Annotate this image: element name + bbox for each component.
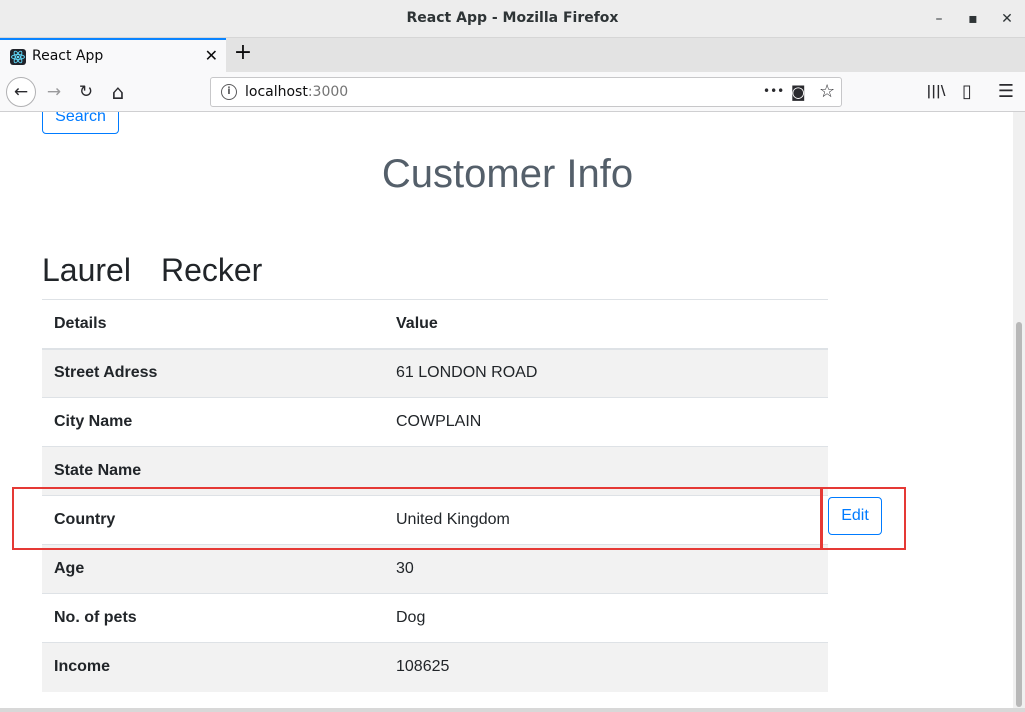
- new-tab-button[interactable]: +: [232, 42, 254, 66]
- row-value: 61 LONDON ROAD: [384, 348, 828, 398]
- window-title: React App - Mozilla Firefox: [406, 10, 619, 26]
- back-button[interactable]: ←: [6, 77, 36, 107]
- row-key: Age: [42, 544, 384, 594]
- customer-name: Laurel Recker: [42, 252, 262, 289]
- customer-last-name: Recker: [160, 252, 263, 288]
- url-text[interactable]: localhost:3000: [245, 84, 348, 100]
- close-window-button[interactable]: ✕: [997, 9, 1017, 29]
- navigation-toolbar: ← → ↻ ⌂ i localhost:3000 ••• ◙ ☆ |||\ ▯ …: [0, 72, 1025, 112]
- bottom-edge: [0, 708, 1025, 712]
- row-value: Dog: [384, 593, 828, 643]
- row-value: 108625: [384, 642, 828, 692]
- row-value: 30: [384, 544, 828, 594]
- page-title: Customer Info: [381, 152, 634, 196]
- header-value: Value: [384, 299, 828, 350]
- pocket-icon[interactable]: ◙: [791, 83, 806, 101]
- minimize-button[interactable]: –: [929, 9, 949, 29]
- row-value: COWPLAIN: [384, 397, 828, 447]
- forward-button[interactable]: →: [40, 78, 68, 106]
- row-key: Street Adress: [42, 348, 384, 398]
- header-details: Details: [42, 299, 384, 350]
- menu-icon[interactable]: ☰: [992, 78, 1020, 106]
- table-row: Income 108625: [42, 642, 828, 692]
- highlight-box-country-row: [12, 487, 822, 550]
- page-actions-icon[interactable]: •••: [763, 84, 784, 98]
- window-titlebar: React App - Mozilla Firefox – ▪ ✕: [0, 0, 1025, 38]
- bookmark-star-icon[interactable]: ☆: [819, 81, 835, 102]
- tab-react-app[interactable]: React App ✕: [0, 38, 226, 72]
- react-logo-icon: [10, 49, 26, 65]
- scrollbar-thumb[interactable]: [1016, 322, 1022, 707]
- table-row: Age 30: [42, 544, 828, 594]
- vertical-scrollbar[interactable]: [1013, 112, 1025, 712]
- maximize-button[interactable]: ▪: [963, 9, 983, 29]
- site-info-icon[interactable]: i: [221, 84, 237, 100]
- reload-button[interactable]: ↻: [72, 78, 100, 106]
- tab-close-icon[interactable]: ✕: [205, 46, 218, 65]
- url-port: :3000: [307, 84, 349, 100]
- url-bar[interactable]: i localhost:3000 ••• ◙ ☆: [210, 77, 842, 107]
- row-key: Income: [42, 642, 384, 692]
- table-header-row: Details Value: [42, 299, 828, 350]
- page-content: Search Customer Info Laurel Recker Detail…: [0, 112, 1015, 712]
- library-icon[interactable]: |||\: [922, 78, 950, 106]
- tab-strip: React App ✕ +: [0, 38, 1025, 72]
- table-row: Street Adress 61 LONDON ROAD: [42, 348, 828, 398]
- search-button[interactable]: Search: [42, 112, 119, 134]
- table-row: City Name COWPLAIN: [42, 397, 828, 447]
- row-key: City Name: [42, 397, 384, 447]
- row-key: No. of pets: [42, 593, 384, 643]
- home-button[interactable]: ⌂: [104, 78, 132, 106]
- customer-first-name: Laurel: [42, 252, 131, 288]
- url-host: localhost: [245, 84, 308, 100]
- tab-title: React App: [32, 48, 104, 64]
- highlight-box-edit-button: [821, 487, 906, 550]
- table-row: No. of pets Dog: [42, 593, 828, 643]
- sidebar-icon[interactable]: ▯: [953, 78, 981, 106]
